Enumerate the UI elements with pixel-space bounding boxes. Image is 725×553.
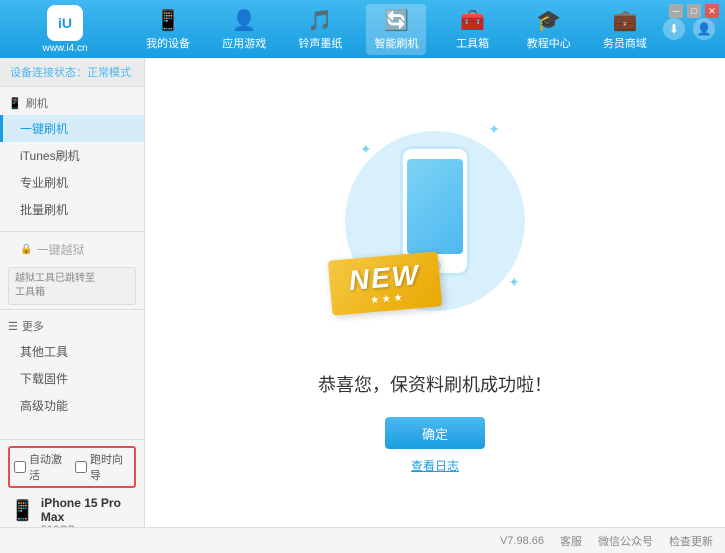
nav-my-device-icon: 📱 <box>156 8 181 33</box>
status-label: 设备连接状态： <box>10 67 87 79</box>
nav-apps-games-icon: 👤 <box>232 8 257 33</box>
flash-icon: 📱 <box>8 97 22 110</box>
footer-link-update[interactable]: 检查更新 <box>669 533 713 549</box>
new-text: NEW <box>348 259 422 297</box>
nav-item-ringtones[interactable]: 🎵 铃声墨纸 <box>290 4 350 55</box>
nav-toolbox-icon: 🧰 <box>460 8 485 33</box>
auto-activate-input[interactable] <box>14 461 26 473</box>
flash-section: 📱 刷机 一键刷机 iTunes刷机 专业刷机 批量刷机 <box>0 87 144 227</box>
device-item: 📱 iPhone 15 Pro Max 512GB iPhone <box>8 492 136 527</box>
nav-toolbox-label: 工具箱 <box>456 35 489 51</box>
maximize-button[interactable]: □ <box>687 4 701 18</box>
version-label: V7.98.66 <box>500 535 544 547</box>
sidebar-item-itunes-flash[interactable]: iTunes刷机 <box>0 142 144 169</box>
nav-smart-flash-icon: 🔄 <box>384 8 409 33</box>
success-message: 恭喜您，保资料刷机成功啦！ <box>318 371 552 397</box>
sparkle-2: ✦ <box>488 121 500 138</box>
nav-tutorial-label: 教程中心 <box>527 35 571 51</box>
nav-item-my-device[interactable]: 📱 我的设备 <box>138 4 198 55</box>
device-info: iPhone 15 Pro Max 512GB iPhone <box>41 496 134 527</box>
sidebar: 设备连接状态：正常模式 📱 刷机 一键刷机 iTunes刷机 专业刷机 批量刷机… <box>0 58 145 527</box>
flash-section-label: 刷机 <box>26 95 48 111</box>
sidebar-item-other-tools[interactable]: 其他工具 <box>0 338 144 365</box>
status-bar: 设备连接状态：正常模式 <box>0 58 144 87</box>
footer-link-support[interactable]: 客服 <box>560 533 582 549</box>
sidebar-bottom: 自动激活 跑时向导 📱 iPhone 15 Pro Max 512GB iPho… <box>0 439 144 527</box>
time-guide-checkbox[interactable]: 跑时向导 <box>75 451 130 483</box>
auto-activate-label: 自动激活 <box>29 451 69 483</box>
nav-my-device-label: 我的设备 <box>146 35 190 51</box>
new-banner-shape: NEW ★ ★ ★ <box>328 251 442 315</box>
device-name: iPhone 15 Pro Max <box>41 496 134 524</box>
sidebar-item-advanced[interactable]: 高级功能 <box>0 392 144 419</box>
sidebar-divider-1 <box>0 231 144 232</box>
sidebar-divider-2 <box>0 309 144 310</box>
close-button[interactable]: ✕ <box>705 4 719 18</box>
main-content: ✦ ✦ ✦ NEW ★ ★ ★ 恭喜您，保资料刷机成功啦！ <box>145 58 725 527</box>
nav-business-icon: 💼 <box>612 8 637 33</box>
nav-apps-games-label: 应用游戏 <box>222 35 266 51</box>
footer: V7.98.66 客服 微信公众号 检查更新 <box>0 527 725 553</box>
more-section-header: ☰ 更多 <box>0 314 144 338</box>
log-link[interactable]: 查看日志 <box>411 457 459 474</box>
auto-activate-checkbox[interactable]: 自动激活 <box>14 451 69 483</box>
more-section-label: 更多 <box>22 318 44 334</box>
nav-item-apps-games[interactable]: 👤 应用游戏 <box>214 4 274 55</box>
download-button[interactable]: ⬇ <box>663 18 685 40</box>
minimize-button[interactable]: ─ <box>669 4 683 18</box>
footer-link-wechat[interactable]: 微信公众号 <box>598 533 653 549</box>
device-icon: 📱 <box>10 498 35 523</box>
sidebar-item-jailbreak: 🔒 一键越狱 <box>0 236 144 263</box>
status-value: 正常模式 <box>87 67 131 79</box>
confirm-button[interactable]: 确定 <box>385 417 485 449</box>
window-controls: ─ □ ✕ <box>669 4 719 18</box>
logo-icon: iU <box>47 5 83 41</box>
logo-text: www.i4.cn <box>42 43 87 54</box>
time-guide-input[interactable] <box>75 461 87 473</box>
sidebar-item-batch-flash[interactable]: 批量刷机 <box>0 196 144 223</box>
phone-illustration: ✦ ✦ ✦ NEW ★ ★ ★ <box>325 111 545 351</box>
new-banner: NEW ★ ★ ★ <box>330 256 440 311</box>
nav-item-toolbox[interactable]: 🧰 工具箱 <box>443 4 503 55</box>
phone-screen <box>407 159 463 254</box>
jailbreak-notice: 越狱工具已跳转至工具箱 <box>8 267 136 305</box>
sparkle-3: ✦ <box>508 274 520 291</box>
nav-bar: 📱 我的设备 👤 应用游戏 🎵 铃声墨纸 🔄 智能刷机 🧰 工具箱 🎓 <box>130 4 663 55</box>
user-button[interactable]: 👤 <box>693 18 715 40</box>
flash-section-header: 📱 刷机 <box>0 91 144 115</box>
nav-ringtones-icon: 🎵 <box>308 8 333 33</box>
nav-business-label: 务员商域 <box>603 35 647 51</box>
sidebar-item-download-firmware[interactable]: 下载固件 <box>0 365 144 392</box>
more-icon: ☰ <box>8 320 18 333</box>
nav-smart-flash-label: 智能刷机 <box>374 35 418 51</box>
time-guide-label: 跑时向导 <box>90 451 130 483</box>
nav-item-business[interactable]: 💼 务员商域 <box>595 4 655 55</box>
nav-item-smart-flash[interactable]: 🔄 智能刷机 <box>366 4 426 55</box>
sidebar-item-pro-flash[interactable]: 专业刷机 <box>0 169 144 196</box>
header-right: ⬇ 👤 <box>663 18 725 40</box>
sparkle-1: ✦ <box>360 141 372 158</box>
sidebar-item-one-key-flash[interactable]: 一键刷机 <box>0 115 144 142</box>
jailbreak-label: 一键越狱 <box>36 241 84 258</box>
logo-area: iU www.i4.cn <box>0 5 130 54</box>
main-layout: 设备连接状态：正常模式 📱 刷机 一键刷机 iTunes刷机 专业刷机 批量刷机… <box>0 58 725 527</box>
nav-item-tutorial[interactable]: 🎓 教程中心 <box>519 4 579 55</box>
lock-icon: 🔒 <box>20 244 32 255</box>
nav-ringtones-label: 铃声墨纸 <box>298 35 342 51</box>
app-header: iU www.i4.cn 📱 我的设备 👤 应用游戏 🎵 铃声墨纸 🔄 智能刷机 <box>0 0 725 58</box>
checkbox-row: 自动激活 跑时向导 <box>8 446 136 488</box>
nav-tutorial-icon: 🎓 <box>536 8 561 33</box>
